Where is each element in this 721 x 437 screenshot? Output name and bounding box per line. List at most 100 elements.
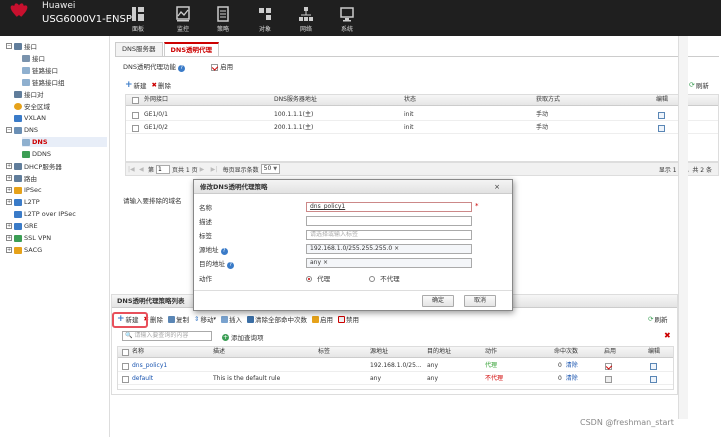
sidebar-item-ssl-vpn[interactable]: + SSL VPN <box>6 233 51 243</box>
nav-policy[interactable]: 策略 <box>203 6 243 33</box>
sidebar-item-interface-pair[interactable]: 接口对 <box>14 89 44 99</box>
source-address-text: 源地址 <box>199 246 219 254</box>
row-status: init <box>404 111 414 118</box>
col-edit: 编辑 <box>648 348 661 355</box>
policy-copy-button[interactable]: 复制 <box>168 314 189 324</box>
collapse-icon[interactable]: − <box>6 127 12 133</box>
select-all-checkbox[interactable] <box>132 97 139 104</box>
sidebar-item-gre[interactable]: + GRE <box>6 221 38 231</box>
policy-disable-button[interactable]: 禁用 <box>337 314 359 324</box>
sidebar-item-route[interactable]: + 路由 <box>6 173 37 183</box>
expand-icon[interactable]: + <box>6 175 12 181</box>
first-page-icon[interactable]: |◀ <box>128 166 135 173</box>
sidebar-item-link-group[interactable]: 链路接口组 <box>22 77 65 87</box>
nav-network[interactable]: 网络 <box>286 6 326 33</box>
refresh-button[interactable]: ⟳ 刷新 <box>689 80 709 90</box>
sidebar-item-dns[interactable]: DNS <box>22 137 107 147</box>
sidebar-item-l2tp-ipsec[interactable]: L2TP over IPSec <box>14 209 76 219</box>
chip-remove-icon[interactable]: × <box>323 259 328 266</box>
proxy-enable-control[interactable]: 启用 <box>211 61 233 71</box>
policy-move-button[interactable]: ⇕ 移动 ▾ <box>194 314 216 324</box>
expand-icon[interactable]: + <box>6 163 12 169</box>
row-name-link[interactable]: default <box>132 374 153 384</box>
sidebar-item-vxlan[interactable]: VXLAN <box>14 113 46 123</box>
edit-icon[interactable] <box>658 125 665 132</box>
tag-field[interactable]: 请选择或输入标签 <box>306 230 472 240</box>
last-page-icon[interactable]: ▶| <box>211 166 218 173</box>
table-row[interactable] <box>126 122 718 134</box>
sidebar-item-l2tp[interactable]: + L2TP <box>6 197 40 207</box>
policy-insert-button[interactable]: 插入 <box>220 314 242 324</box>
expand-icon[interactable]: + <box>6 235 12 241</box>
edit-icon[interactable] <box>650 376 657 383</box>
tab-dns-transparent-proxy[interactable]: DNS透明代理 <box>163 42 220 56</box>
action-noproxy-radio[interactable] <box>369 276 375 282</box>
destination-address-field[interactable]: any × <box>306 258 472 268</box>
row-clear-hits-link[interactable]: 清除 <box>566 362 578 369</box>
policy-search-input[interactable]: 🔍 请输入要查询的内容 <box>122 331 212 341</box>
action-noproxy-option[interactable]: 不代理 <box>369 273 400 283</box>
edit-icon[interactable] <box>650 363 657 370</box>
row-enabled-checkbox[interactable] <box>605 363 612 370</box>
edit-icon[interactable] <box>658 112 665 119</box>
row-checkbox[interactable] <box>132 112 139 119</box>
table-row[interactable] <box>126 109 718 121</box>
policy-insert-label: 插入 <box>228 316 242 324</box>
interface-toolbar: + 新建 ✖ 删除 <box>125 80 176 90</box>
proxy-enable-checkbox[interactable] <box>211 63 218 71</box>
nav-system[interactable]: 系统 <box>327 6 367 33</box>
prev-page-icon[interactable]: ◀ <box>139 166 146 173</box>
expand-icon[interactable]: + <box>6 247 12 253</box>
sidebar-item-security-zone[interactable]: 安全区域 <box>14 101 50 111</box>
sidebar-item-ddns[interactable]: DDNS <box>22 149 51 159</box>
expand-icon[interactable]: + <box>6 187 12 193</box>
sidebar-item-interface-group[interactable]: − 接口 <box>6 41 37 51</box>
new-button[interactable]: + 新建 <box>125 80 147 90</box>
ok-button[interactable]: 确定 <box>422 295 454 307</box>
add-filter-button[interactable]: + 添加查询项 <box>222 332 264 342</box>
row-clear-hits-link[interactable]: 清除 <box>566 375 578 382</box>
nav-monitor[interactable]: 监控 <box>163 6 203 33</box>
page-scrollbar[interactable] <box>678 36 688 419</box>
new-button-label: 新建 <box>133 82 147 90</box>
nav-dashboard[interactable]: 面板 <box>118 6 158 33</box>
delete-button[interactable]: ✖ 删除 <box>152 80 171 90</box>
next-page-icon[interactable]: ▶ <box>200 166 207 173</box>
tab-dns-server[interactable]: DNS服务器 <box>115 42 163 56</box>
clear-filter-icon[interactable]: ✖ <box>664 331 671 340</box>
policy-refresh-button[interactable]: ⟳ 刷新 <box>648 314 667 324</box>
sidebar-item-interface[interactable]: 接口 <box>22 53 45 63</box>
policy-clear-hits-button[interactable]: 清除全部命中次数 <box>246 314 307 324</box>
policy-enable-button[interactable]: 启用 <box>311 314 333 324</box>
sidebar-item-ipsec[interactable]: + IPSec <box>6 185 42 195</box>
sidebar-item-dns-group[interactable]: − DNS <box>6 125 38 135</box>
chip-remove-icon[interactable]: × <box>394 245 399 252</box>
policy-disable-label: 禁用 <box>345 316 359 324</box>
row-checkbox[interactable] <box>122 376 129 383</box>
collapse-icon[interactable]: − <box>6 43 12 49</box>
page-input[interactable] <box>156 164 171 174</box>
row-checkbox[interactable] <box>132 125 139 132</box>
close-icon[interactable]: × <box>494 183 500 191</box>
cancel-button[interactable]: 取消 <box>464 295 496 307</box>
nav-object[interactable]: 对象 <box>245 6 285 33</box>
select-all-checkbox[interactable] <box>122 349 129 356</box>
source-address-field[interactable]: 192.168.1.0/255.255.255.0 × <box>306 244 472 254</box>
name-field[interactable]: dns_policy1 <box>306 202 472 212</box>
action-proxy-radio[interactable] <box>306 276 312 282</box>
expand-icon[interactable]: + <box>6 223 12 229</box>
table-row[interactable] <box>118 373 673 385</box>
sidebar-item-link-interface[interactable]: 链路接口 <box>22 65 58 75</box>
sidebar-item-dhcp[interactable]: + DHCP服务器 <box>6 161 62 171</box>
row-enabled-checkbox[interactable] <box>605 376 612 383</box>
destination-address-text: 目的地址 <box>199 260 225 268</box>
action-proxy-option[interactable]: 代理 <box>306 273 330 283</box>
description-field[interactable] <box>306 216 472 226</box>
sidebar-item-sacg[interactable]: + SACG <box>6 245 42 255</box>
ipsec-icon <box>14 186 22 194</box>
sidebar-label: 链路接口 <box>32 67 58 75</box>
row-checkbox[interactable] <box>122 363 129 370</box>
expand-icon[interactable]: + <box>6 199 12 205</box>
per-page-select[interactable]: 50 ▼ <box>260 164 281 174</box>
row-name-link[interactable]: dns_policy1 <box>132 361 167 371</box>
